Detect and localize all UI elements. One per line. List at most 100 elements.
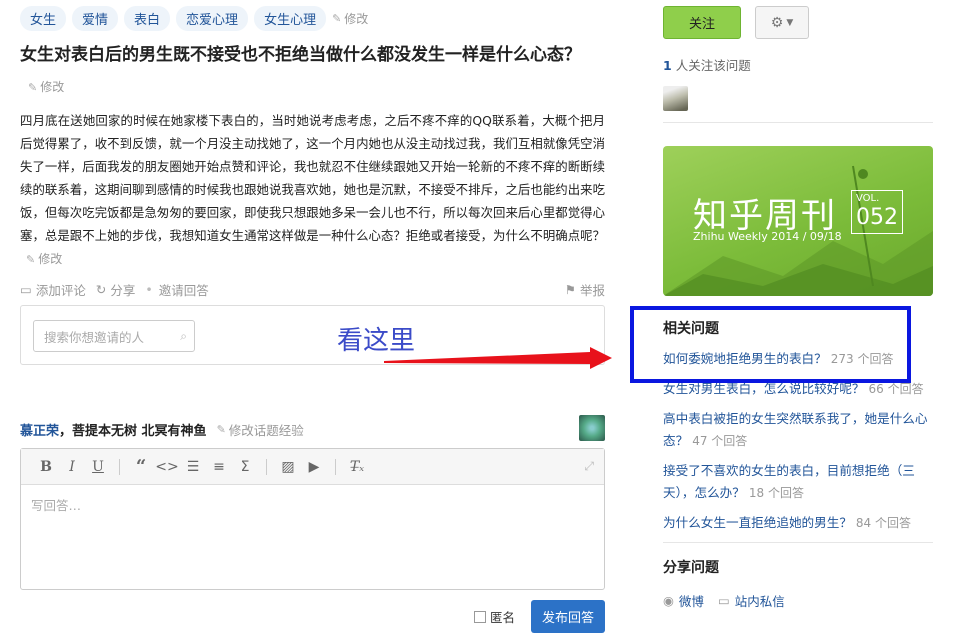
unordered-list-icon[interactable]: ≡ — [206, 454, 232, 480]
invite-answer-button[interactable]: 邀请回答 — [159, 280, 209, 299]
invite-label: 邀请回答 — [158, 282, 209, 298]
anonymous-checkbox[interactable]: 匿名 — [473, 607, 515, 626]
add-comment-button[interactable]: ▭ 添加评论 — [20, 280, 86, 299]
share-options: ◉ 微博 ▭ 站内私信 — [663, 591, 933, 610]
question-title: 女生对表白后的男生既不接受也不拒绝当做什么都没发生一样是什么心态？ ✎ 修改 — [20, 40, 605, 103]
flag-icon: ⚑ — [564, 281, 576, 297]
answer-placeholder: 写回答… — [31, 498, 82, 513]
share-pm-button[interactable]: ▭ 站内私信 — [718, 591, 785, 610]
message-icon: ▭ — [717, 593, 730, 608]
caret-down-icon: ▼ — [786, 17, 794, 28]
pencil-icon: ✎ — [26, 253, 36, 266]
anonymous-label: 匿名 — [489, 610, 515, 625]
edit-title-link[interactable]: ✎ 修改 — [28, 72, 64, 103]
search-icon: ⌕ — [180, 329, 187, 343]
quote-icon[interactable]: “ — [128, 454, 154, 480]
bold-icon[interactable]: B — [33, 454, 59, 480]
answer-textarea[interactable]: 写回答… — [21, 485, 604, 524]
pencil-icon: ✎ — [332, 11, 342, 25]
answerer-comma: ， — [59, 423, 73, 439]
share-weibo-button[interactable]: ◉ 微博 — [663, 591, 704, 610]
list-item: 为什么女生一直拒绝追她的男生？ 84 个回答 — [663, 512, 928, 534]
follow-controls: 关注 ⚙ ▼ — [663, 6, 933, 39]
report-label: 举报 — [579, 282, 605, 298]
submit-row: 匿名 发布回答 — [20, 600, 605, 633]
share-icon: ↻ — [95, 281, 107, 297]
topic-tag[interactable]: 恋爱心理 — [176, 5, 249, 31]
code-icon[interactable]: <> — [154, 454, 180, 480]
answer-count: 47 个回答 — [692, 434, 748, 448]
follow-button[interactable]: 关注 — [663, 6, 741, 39]
edit-topics-label: 修改 — [344, 11, 369, 26]
follow-count-number[interactable]: 1 — [663, 58, 672, 73]
answer-count: 84 个回答 — [855, 516, 911, 530]
answerer-signature: 菩提本无树 北冥有神鱼 — [72, 423, 207, 439]
avatar[interactable] — [579, 415, 605, 441]
toolbar-divider — [266, 458, 267, 475]
video-icon[interactable]: ▶ — [301, 454, 327, 480]
topic-tags: 女生 爱情 表白 恋爱心理 女生心理 ✎ 修改 — [20, 5, 605, 31]
image-icon[interactable]: ▨ — [275, 454, 301, 480]
zhihu-weekly-banner[interactable]: 知乎周刊 Zhihu Weekly 2014 / 09/18 VOL. 052 — [663, 146, 933, 296]
share-label: 分享 — [110, 282, 136, 298]
banner-volume: VOL. 052 — [851, 190, 903, 234]
checkbox-box[interactable] — [473, 610, 486, 623]
follower-avatar[interactable] — [663, 86, 688, 111]
topic-tag[interactable]: 女生 — [20, 5, 67, 31]
gear-icon: ⚙ — [770, 14, 784, 31]
settings-dropdown-button[interactable]: ⚙ ▼ — [755, 6, 809, 39]
related-question-link[interactable]: 女生对男生表白，怎么说比较好呢？ — [663, 381, 865, 396]
italic-icon[interactable]: I — [59, 454, 85, 480]
toolbar-divider — [335, 458, 336, 475]
add-comment-label: 添加评论 — [35, 282, 86, 298]
answer-count: 18 个回答 — [748, 486, 804, 500]
edit-topic-experience-link[interactable]: ✎ 修改话题经验 — [217, 420, 304, 439]
question-main: 女生 爱情 表白 恋爱心理 女生心理 ✎ 修改 女生对表白后的男生既不接受也不拒… — [20, 5, 605, 633]
invite-search-input[interactable]: 搜索你想邀请的人 ⌕ — [33, 320, 195, 352]
answer-count: 66 个回答 — [868, 382, 924, 396]
editor-toolbar: B I U “ <> ☰ ≡ Σ ▨ ▶ T̶ₓ ⤢ — [21, 449, 604, 485]
edit-topics-link[interactable]: ✎ 修改 — [332, 10, 368, 27]
pencil-icon: ✎ — [28, 81, 38, 94]
banner-vol-label: VOL. — [856, 193, 880, 204]
topic-tag[interactable]: 表白 — [124, 5, 171, 31]
list-item: 高中表白被拒的女生突然联系我了，她是什么心态？ 47 个回答 — [663, 408, 928, 452]
expand-icon[interactable]: ⤢ — [584, 459, 594, 474]
share-section: 分享问题 ◉ 微博 ▭ 站内私信 — [663, 557, 933, 610]
share-title: 分享问题 — [663, 560, 719, 576]
question-actions: ▭ 添加评论 ↻ 分享 • 邀请回答 ⚑ 举报 — [20, 279, 605, 299]
submit-answer-button[interactable]: 发布回答 — [530, 600, 605, 633]
edit-detail-label: 修改 — [38, 252, 63, 266]
invite-search-placeholder: 搜索你想邀请的人 — [44, 329, 145, 345]
arrow-shape — [384, 347, 612, 369]
divider — [663, 122, 933, 123]
question-detail: 四月底在送她回家的时候在她家楼下表白的，当时她说考虑考虑，之后不疼不痒的QQ联系… — [20, 109, 605, 271]
share-weibo-label: 微博 — [678, 594, 704, 609]
follow-count-text: 人关注该问题 — [675, 58, 751, 73]
question-detail-text: 四月底在送她回家的时候在她家楼下表白的，当时她说考虑考虑，之后不疼不痒的QQ联系… — [20, 113, 605, 243]
annotation-arrow — [384, 347, 612, 369]
answerer-name[interactable]: 慕正荣 — [20, 424, 59, 439]
question-title-text: 女生对表白后的男生既不接受也不拒绝当做什么都没发生一样是什么心态？ — [20, 45, 581, 65]
share-button[interactable]: ↻ 分享 — [96, 280, 136, 299]
comment-icon: ▭ — [20, 281, 32, 297]
underline-icon[interactable]: U — [85, 454, 111, 480]
pencil-icon: ✎ — [216, 422, 226, 436]
edit-topic-experience-label: 修改话题经验 — [228, 422, 304, 438]
toolbar-divider — [119, 458, 120, 475]
edit-title-label: 修改 — [40, 80, 65, 94]
clear-format-icon[interactable]: T̶ₓ — [344, 454, 370, 480]
related-question-link[interactable]: 为什么女生一直拒绝追她的男生？ — [663, 515, 852, 530]
ordered-list-icon[interactable]: ☰ — [180, 454, 206, 480]
topic-tag[interactable]: 爱情 — [72, 5, 119, 31]
divider — [663, 542, 933, 543]
weibo-icon: ◉ — [663, 593, 674, 608]
annotation-highlight-box — [630, 306, 911, 383]
answerer-info: 慕正荣，菩提本无树 北冥有神鱼 — [20, 420, 207, 439]
formula-icon[interactable]: Σ — [232, 454, 258, 480]
banner-subtitle: Zhihu Weekly 2014 / 09/18 — [693, 230, 842, 243]
answer-editor: B I U “ <> ☰ ≡ Σ ▨ ▶ T̶ₓ ⤢ 写回答… — [20, 448, 605, 590]
topic-tag[interactable]: 女生心理 — [254, 5, 327, 31]
edit-detail-link[interactable]: ✎ 修改 — [26, 248, 62, 271]
report-button[interactable]: ⚑ 举报 — [565, 280, 605, 299]
